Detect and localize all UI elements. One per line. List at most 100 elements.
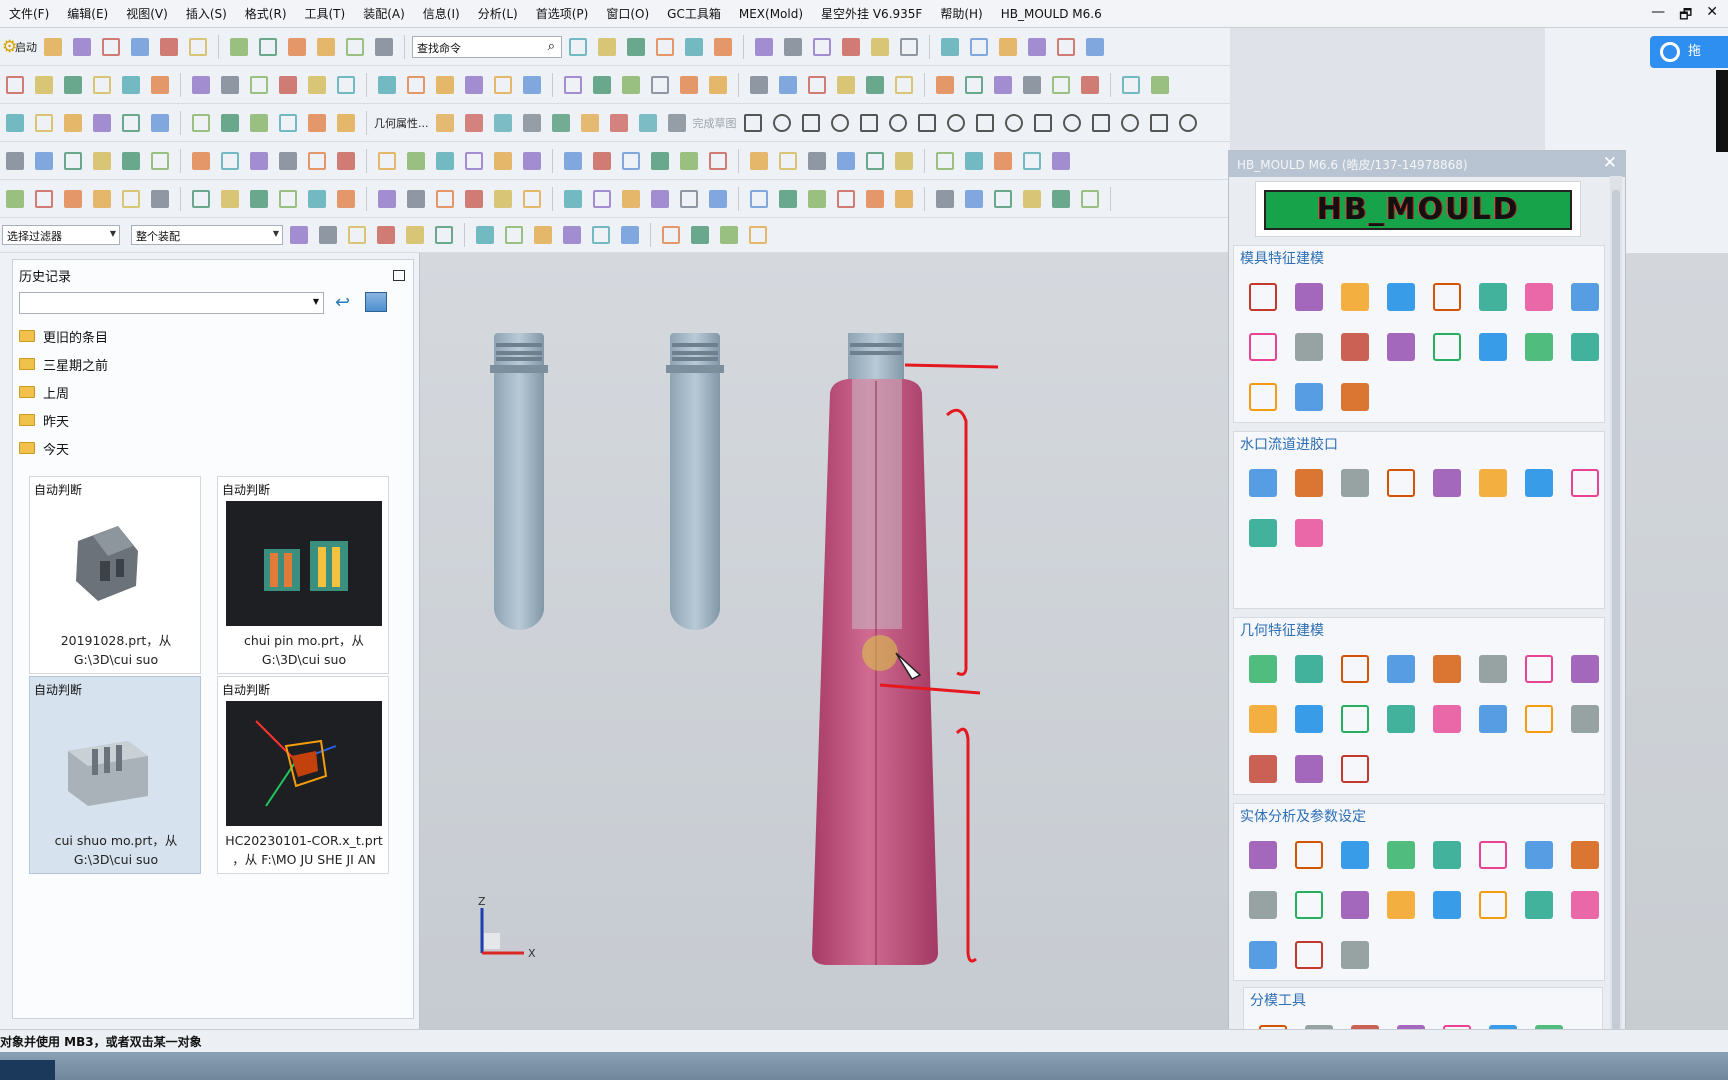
toolbar-tool-icon[interactable] bbox=[255, 34, 281, 60]
toolbar-tool-icon[interactable] bbox=[118, 110, 144, 136]
toolbar-tool-icon[interactable] bbox=[1030, 110, 1056, 136]
toolbar-tool-icon[interactable] bbox=[559, 222, 585, 248]
menu-item-3[interactable]: 插入(S) bbox=[177, 5, 236, 22]
toolbar-tool-icon[interactable] bbox=[461, 72, 487, 98]
toolbar-tool-icon[interactable] bbox=[1048, 72, 1074, 98]
toolbar-tool-icon[interactable] bbox=[490, 72, 516, 98]
toolbar-tool-icon[interactable] bbox=[118, 148, 144, 174]
toolbar-tool-icon[interactable] bbox=[966, 34, 992, 60]
toolbar-tool-icon[interactable] bbox=[333, 148, 359, 174]
toolbar-tool-icon[interactable] bbox=[687, 222, 713, 248]
toolbar-tool-icon[interactable] bbox=[560, 148, 586, 174]
mould-tool-icon[interactable] bbox=[1240, 646, 1286, 696]
toolbar-tool-icon[interactable] bbox=[188, 72, 214, 98]
toolbar-tool-icon[interactable] bbox=[371, 34, 397, 60]
toolbar-tool-icon[interactable] bbox=[1118, 72, 1144, 98]
toolbar-tool-icon[interactable] bbox=[995, 34, 1021, 60]
toolbar-tool-icon[interactable] bbox=[31, 186, 57, 212]
mould-tool-icon[interactable] bbox=[1424, 274, 1470, 324]
mould-tool-icon[interactable] bbox=[1470, 324, 1516, 374]
toolbar-tool-icon[interactable] bbox=[833, 148, 859, 174]
mould-tool-icon[interactable] bbox=[1424, 882, 1470, 932]
toolbar-tool-icon[interactable] bbox=[519, 186, 545, 212]
toolbar-tool-icon[interactable] bbox=[891, 186, 917, 212]
toolbar-tool-icon[interactable] bbox=[373, 222, 399, 248]
toolbar-tool-icon[interactable] bbox=[1024, 34, 1050, 60]
toolbar-tool-icon[interactable] bbox=[804, 148, 830, 174]
menu-item-6[interactable]: 装配(A) bbox=[354, 5, 414, 22]
toolbar-tool-icon[interactable] bbox=[490, 110, 516, 136]
toolbar-tool-icon[interactable] bbox=[226, 34, 252, 60]
toolbar-tool-icon[interactable] bbox=[1048, 186, 1074, 212]
toolbar-tool-icon[interactable] bbox=[972, 110, 998, 136]
toolbar-tool-icon[interactable] bbox=[589, 148, 615, 174]
mould-tool-icon[interactable] bbox=[1470, 646, 1516, 696]
undo-icon[interactable]: ↩ bbox=[335, 292, 350, 313]
start-menu-label[interactable]: 启动 bbox=[15, 39, 37, 55]
toolbar-tool-icon[interactable] bbox=[1146, 110, 1172, 136]
toolbar-tool-icon[interactable] bbox=[943, 110, 969, 136]
assembly-scope-dropdown[interactable]: 整个装配 bbox=[131, 225, 283, 245]
toolbar-tool-icon[interactable] bbox=[705, 72, 731, 98]
mould-tool-icon[interactable] bbox=[1286, 832, 1332, 882]
toolbar-tool-icon[interactable] bbox=[594, 34, 620, 60]
toolbar-tool-icon[interactable] bbox=[432, 110, 458, 136]
history-thumb-2[interactable]: 自动判断 chui pin mo.prt，从 G:\3D\cui suo bbox=[217, 476, 389, 674]
toolbar-tool-icon[interactable] bbox=[490, 186, 516, 212]
mould-tool-icon[interactable] bbox=[1240, 324, 1286, 374]
toolbar-tool-icon[interactable] bbox=[635, 110, 661, 136]
history-thumb-4[interactable]: 自动判断 HC20230101-COR.x_t.prt ，从 F:\MO JU S… bbox=[217, 676, 389, 874]
toolbar-tool-icon[interactable] bbox=[2, 186, 28, 212]
toolbar-tool-icon[interactable] bbox=[1048, 148, 1074, 174]
toolbar-tool-icon[interactable] bbox=[490, 148, 516, 174]
toolbar-tool-icon[interactable] bbox=[147, 148, 173, 174]
mould-tool-icon[interactable] bbox=[1332, 746, 1378, 796]
toolbar-tool-icon[interactable] bbox=[1059, 110, 1085, 136]
toolbar-tool-icon[interactable] bbox=[275, 110, 301, 136]
toolbar-tool-icon[interactable] bbox=[315, 222, 341, 248]
toolbar-tool-icon[interactable] bbox=[127, 34, 153, 60]
selection-filter-dropdown[interactable]: 选择过滤器 bbox=[2, 225, 120, 245]
mould-tool-icon[interactable] bbox=[1378, 274, 1424, 324]
toolbar-tool-icon[interactable] bbox=[932, 72, 958, 98]
toolbar-tool-icon[interactable] bbox=[275, 148, 301, 174]
mould-tool-icon[interactable] bbox=[1286, 324, 1332, 374]
toolbar-tool-icon[interactable] bbox=[862, 148, 888, 174]
toolbar-tool-icon[interactable] bbox=[990, 72, 1016, 98]
toolbar-tool-icon[interactable] bbox=[932, 186, 958, 212]
maximize-icon[interactable] bbox=[393, 270, 405, 281]
toolbar-tool-icon[interactable] bbox=[588, 222, 614, 248]
toolbar-tool-icon[interactable] bbox=[188, 148, 214, 174]
mould-tool-icon[interactable] bbox=[1286, 510, 1332, 560]
toolbar-tool-icon[interactable] bbox=[1077, 186, 1103, 212]
toolbar-tool-icon[interactable] bbox=[1147, 72, 1173, 98]
mould-tool-icon[interactable] bbox=[1240, 832, 1286, 882]
toolbar-tool-icon[interactable] bbox=[333, 72, 359, 98]
mould-tool-icon[interactable] bbox=[1424, 696, 1470, 746]
toolbar-tool-icon[interactable] bbox=[1077, 72, 1103, 98]
mould-tool-icon[interactable] bbox=[1562, 882, 1608, 932]
toolbar-tool-icon[interactable] bbox=[885, 110, 911, 136]
mould-tool-icon[interactable] bbox=[1562, 832, 1608, 882]
mould-tool-icon[interactable] bbox=[1378, 882, 1424, 932]
mould-tool-icon[interactable] bbox=[1240, 746, 1286, 796]
menu-item-4[interactable]: 格式(R) bbox=[236, 5, 296, 22]
mould-tool-icon[interactable] bbox=[1286, 274, 1332, 324]
toolbar-tool-icon[interactable] bbox=[833, 186, 859, 212]
graphics-viewport[interactable]: Z X bbox=[420, 253, 1230, 1029]
toolbar-tool-icon[interactable] bbox=[775, 72, 801, 98]
toolbar-tool-icon[interactable] bbox=[560, 72, 586, 98]
toolbar-tool-icon[interactable] bbox=[89, 72, 115, 98]
toolbar-tool-icon[interactable] bbox=[746, 186, 772, 212]
history-folder[interactable]: 更旧的条目 bbox=[19, 322, 108, 350]
toolbar-tool-icon[interactable] bbox=[304, 72, 330, 98]
menu-item-9[interactable]: 首选项(P) bbox=[527, 5, 598, 22]
toolbar-tool-icon[interactable] bbox=[374, 148, 400, 174]
toolbar-tool-icon[interactable] bbox=[1053, 34, 1079, 60]
toolbar-tool-icon[interactable] bbox=[501, 222, 527, 248]
mould-tool-icon[interactable] bbox=[1516, 274, 1562, 324]
mould-tool-icon[interactable] bbox=[1286, 932, 1332, 982]
finish-sketch-label[interactable]: 完成草图 bbox=[693, 115, 737, 131]
toolbar-tool-icon[interactable] bbox=[461, 148, 487, 174]
menu-item-8[interactable]: 分析(L) bbox=[469, 5, 527, 22]
